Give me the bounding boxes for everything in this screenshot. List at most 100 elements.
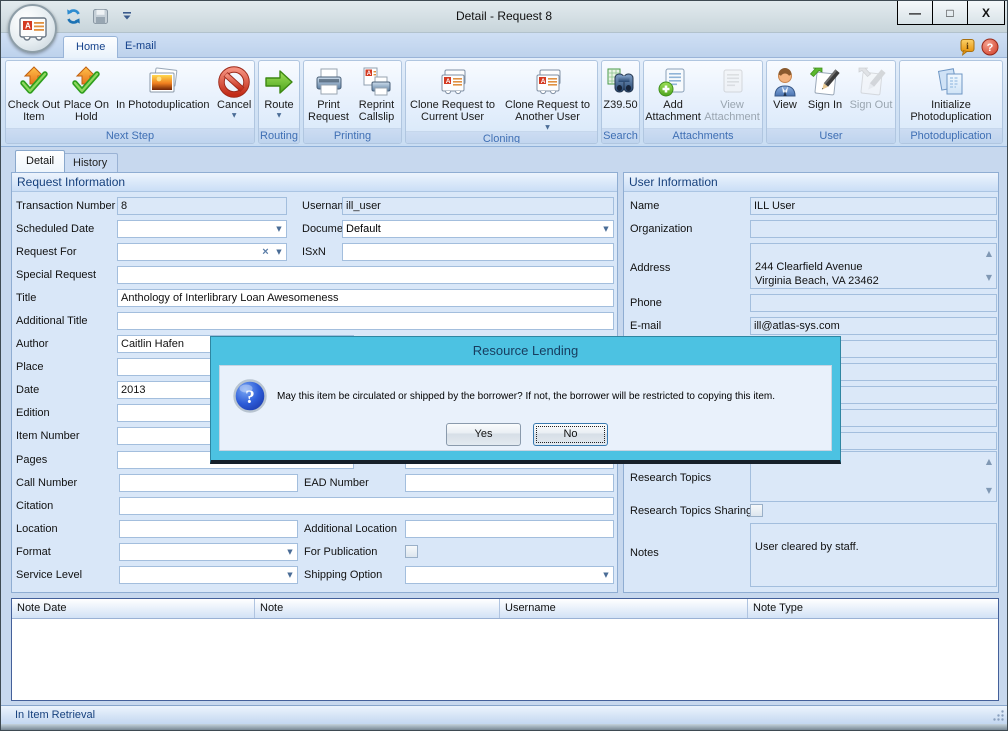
email-field[interactable]	[750, 317, 997, 335]
refresh-button[interactable]	[63, 6, 83, 26]
additional-location-field[interactable]	[405, 520, 614, 538]
service-level-field[interactable]: ▼	[119, 566, 298, 584]
shipping-option-input[interactable]	[406, 569, 599, 581]
scroll-up-icon[interactable]: ▲	[986, 455, 992, 469]
scheduled-date-dropdown-icon[interactable]: ▼	[272, 225, 286, 233]
customize-quick-access-button[interactable]	[117, 6, 137, 26]
z3950-button[interactable]: Z39.50	[602, 61, 639, 111]
for-publication-checkbox[interactable]	[405, 545, 418, 558]
column-header-username[interactable]: Username	[500, 599, 748, 618]
scheduled-date-field[interactable]: ▼	[117, 220, 287, 238]
additional-title-field[interactable]	[117, 312, 614, 330]
cancel-button[interactable]: Cancel ▼	[214, 61, 254, 119]
ribbon-group-routing: Route ▼ Routing	[258, 60, 300, 144]
document-type-field[interactable]: ▼	[342, 220, 614, 238]
status-text: In Item Retrieval	[15, 709, 95, 721]
address-value: 244 Clearfield Avenue Virginia Beach, VA…	[755, 260, 978, 288]
format-field[interactable]: ▼	[119, 543, 298, 561]
column-header-note[interactable]: Note	[255, 599, 500, 618]
research-topics-sharing-checkbox[interactable]	[750, 504, 763, 517]
initialize-photoduplication-button[interactable]: Initialize Photoduplication	[903, 61, 999, 123]
in-photoduplication-button[interactable]: In Photoduplication	[111, 61, 214, 111]
view-attachment-icon	[716, 64, 748, 99]
window-title: Detail - Request 8	[201, 9, 807, 23]
window-bottom-frame	[1, 724, 1007, 731]
sign-out-button[interactable]: Sign Out	[847, 61, 895, 111]
sign-in-icon	[809, 64, 841, 99]
place-on-hold-button[interactable]: Place On Hold	[62, 61, 112, 123]
document-type-input[interactable]	[343, 223, 599, 235]
address-field[interactable]: 244 Clearfield Avenue Virginia Beach, VA…	[750, 243, 997, 289]
reprint-callslip-button[interactable]: A Reprint Callslip	[353, 61, 401, 123]
citation-field[interactable]	[119, 497, 614, 515]
initialize-photoduplication-icon	[935, 64, 967, 99]
column-header-note-type[interactable]: Note Type	[748, 599, 998, 618]
yes-button[interactable]: Yes	[446, 423, 521, 446]
clear-icon[interactable]: ×	[259, 246, 272, 258]
maximize-button[interactable]: □	[932, 1, 968, 25]
scroll-down-icon[interactable]: ▼	[986, 271, 992, 285]
view-attachment-button[interactable]: View Attachment	[702, 61, 762, 123]
edition-label: Edition	[16, 407, 50, 419]
tab-detail[interactable]: Detail	[15, 150, 65, 172]
format-dropdown-icon[interactable]: ▼	[283, 548, 297, 556]
add-attachment-button[interactable]: Add Attachment	[644, 61, 702, 123]
shipping-option-dropdown-icon[interactable]: ▼	[599, 571, 613, 579]
tab-email[interactable]: E-mail	[113, 36, 168, 58]
document-type-dropdown-icon[interactable]: ▼	[599, 225, 613, 233]
check-out-item-button[interactable]: Check Out Item	[6, 61, 62, 123]
clone-request-current-user-button[interactable]: A Clone Request to Current User	[407, 61, 499, 123]
clone-request-another-user-button[interactable]: A Clone Request to Another User ▼	[499, 61, 597, 131]
close-button[interactable]: X	[967, 1, 1005, 25]
ead-number-field[interactable]	[405, 474, 614, 492]
special-request-field[interactable]	[117, 266, 614, 284]
window-controls: — □ X	[898, 1, 1005, 25]
notes-field[interactable]: User cleared by staff.	[750, 523, 997, 587]
no-button[interactable]: No	[533, 423, 608, 446]
notification-info-icon[interactable]: i	[959, 38, 976, 56]
format-input[interactable]	[120, 546, 283, 558]
tab-home[interactable]: Home	[63, 36, 118, 58]
service-level-input[interactable]	[120, 569, 283, 581]
application-menu-button[interactable]: A	[8, 4, 57, 53]
pages-label: Pages	[16, 454, 47, 466]
scroll-up-icon[interactable]: ▲	[986, 247, 992, 261]
help-icon[interactable]: ?	[981, 38, 999, 56]
request-for-dropdown-icon[interactable]: ▼	[272, 248, 286, 256]
view-user-button[interactable]: View	[767, 61, 803, 111]
place-on-hold-icon	[70, 64, 102, 99]
notes-table: Note Date Note Username Note Type	[11, 598, 999, 701]
transaction-number-field[interactable]	[117, 197, 287, 215]
name-field[interactable]	[750, 197, 997, 215]
route-button[interactable]: Route ▼	[259, 61, 299, 119]
tab-history[interactable]: History	[62, 153, 118, 172]
username-field[interactable]	[342, 197, 614, 215]
save-button[interactable]	[90, 6, 110, 26]
route-label: Route	[264, 99, 293, 111]
phone-field[interactable]	[750, 294, 997, 312]
location-field[interactable]	[119, 520, 298, 538]
resize-grip-icon[interactable]	[992, 709, 1005, 722]
clone-request-another-user-label: Clone Request to Another User	[499, 99, 597, 123]
organization-field[interactable]	[750, 220, 997, 238]
svg-text:A: A	[366, 71, 371, 77]
refresh-icon	[65, 8, 82, 25]
scheduled-date-input[interactable]	[118, 223, 272, 235]
isxn-field[interactable]	[342, 243, 614, 261]
z3950-label: Z39.50	[603, 99, 637, 111]
initialize-photoduplication-label: Initialize Photoduplication	[903, 99, 999, 123]
minimize-button[interactable]: —	[897, 1, 933, 25]
call-number-field[interactable]	[119, 474, 298, 492]
service-level-dropdown-icon[interactable]: ▼	[283, 571, 297, 579]
print-request-button[interactable]: Print Request	[305, 61, 353, 123]
request-for-field[interactable]: ×▼	[117, 243, 287, 261]
shipping-option-field[interactable]: ▼	[405, 566, 614, 584]
email-label: E-mail	[630, 320, 661, 332]
title-field[interactable]	[117, 289, 614, 307]
request-for-input[interactable]	[118, 246, 259, 258]
organization-label: Organization	[630, 223, 692, 235]
column-header-note-date[interactable]: Note Date	[12, 599, 255, 618]
scroll-down-icon[interactable]: ▼	[986, 484, 992, 498]
sign-in-button[interactable]: Sign In	[803, 61, 847, 111]
title-bar[interactable]: Detail - Request 8	[1, 1, 1007, 33]
